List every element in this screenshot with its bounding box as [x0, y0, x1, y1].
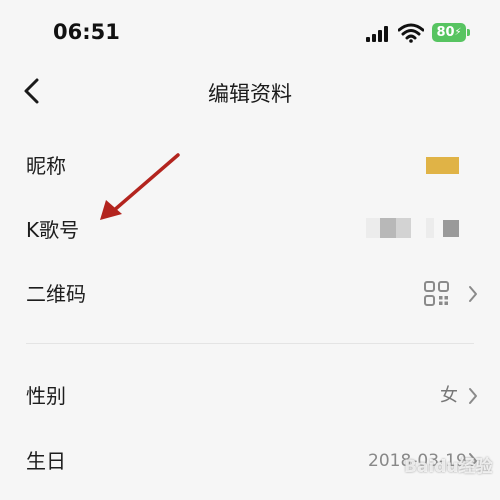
gender-label: 性别 [26, 384, 66, 408]
nickname-label: 昵称 [26, 154, 66, 178]
kge-id-value-blur [396, 218, 411, 238]
watermark: Baidu经验 [404, 457, 493, 477]
status-time: 06:51 [53, 20, 120, 44]
section-divider [26, 343, 474, 344]
gender-row[interactable]: 性别 女 [0, 364, 500, 428]
wifi-icon [398, 23, 424, 43]
kge-id-value-blur [380, 218, 396, 238]
page-title: 编辑资料 [208, 82, 292, 106]
gender-value: 女 [440, 385, 458, 406]
kge-id-value-blur [443, 220, 459, 237]
kge-id-label: K歌号 [26, 218, 80, 242]
qr-code-icon [424, 281, 449, 306]
chevron-right-icon [469, 286, 477, 302]
battery-level: 80 [436, 25, 455, 40]
kge-id-row[interactable]: K歌号 [0, 198, 500, 262]
qr-code-label: 二维码 [26, 282, 86, 306]
nickname-row[interactable]: 昵称 [0, 134, 500, 198]
birthday-label: 生日 [26, 449, 66, 473]
nickname-value [426, 157, 459, 174]
chevron-right-icon [469, 388, 477, 404]
kge-id-value-blur [366, 218, 380, 238]
battery-icon: 80 ⚡ [432, 23, 466, 42]
status-bar: 06:51 80 ⚡ [0, 0, 500, 62]
kge-id-value-blur [426, 218, 434, 238]
battery-tip [467, 29, 470, 36]
signal-icon [366, 26, 388, 42]
